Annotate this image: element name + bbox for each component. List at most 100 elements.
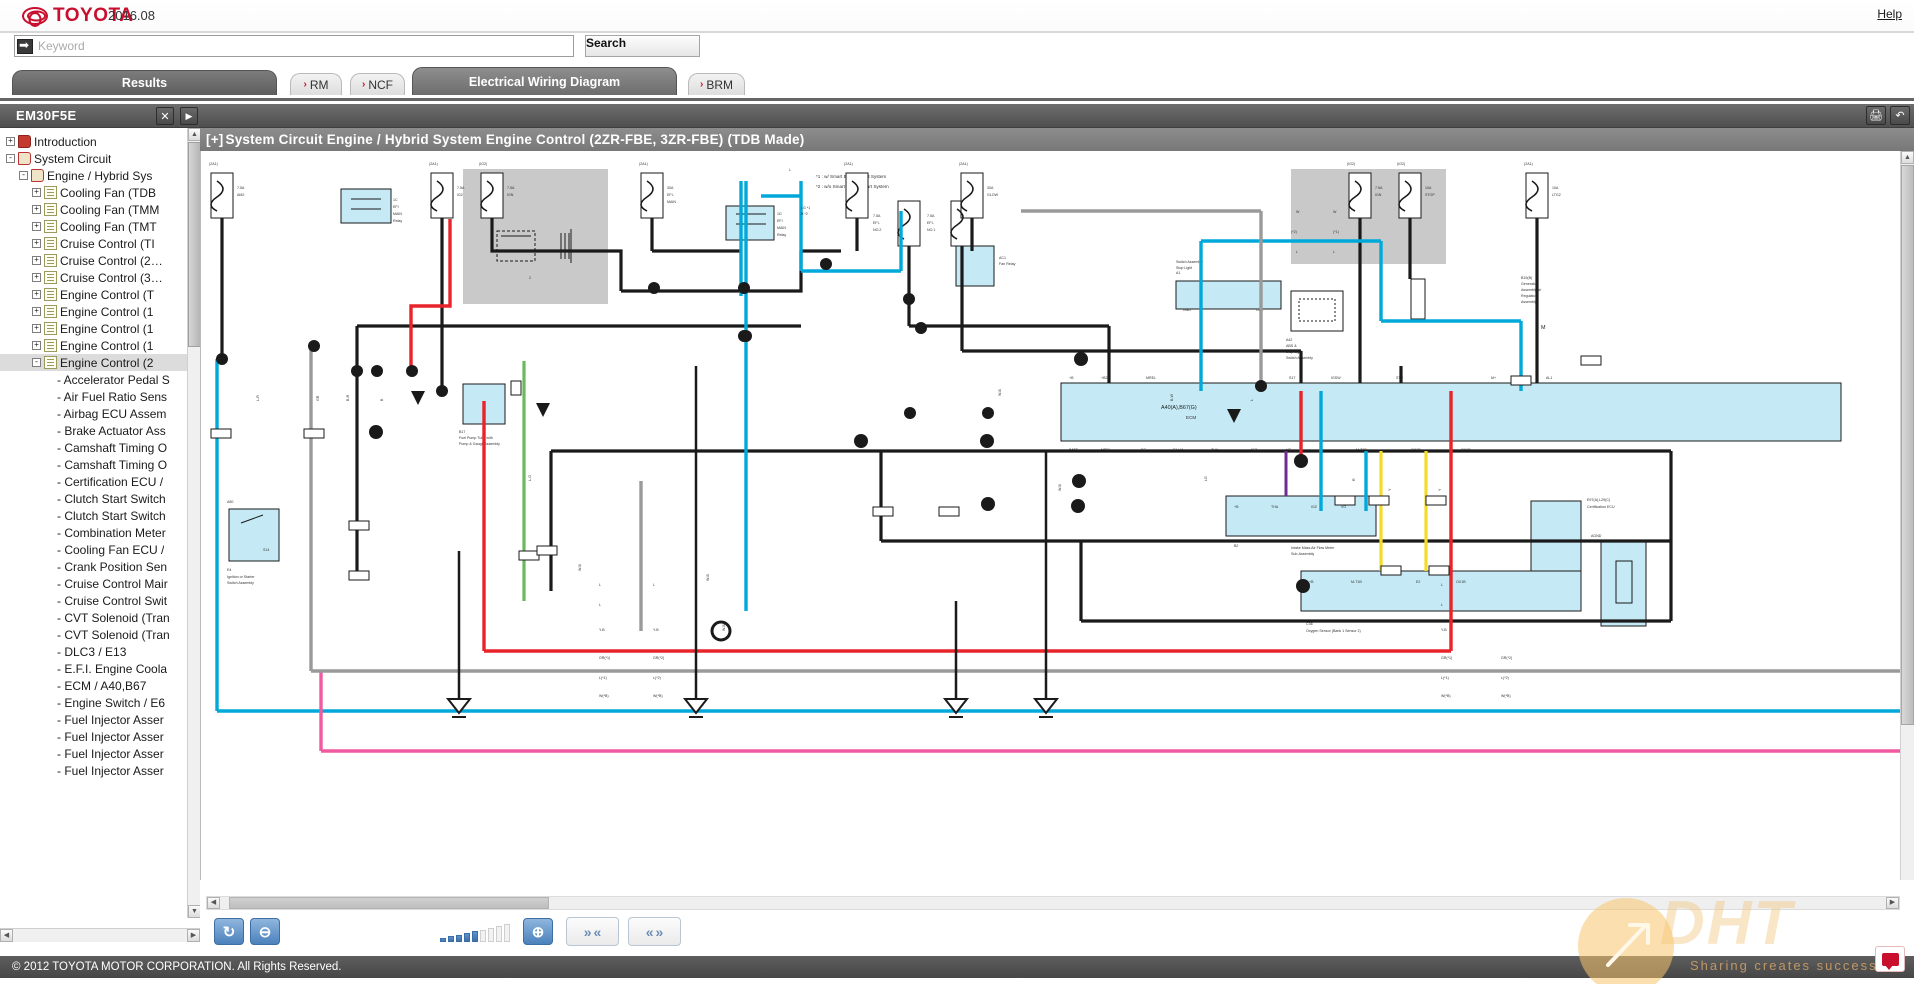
expand-icon[interactable]: + (32, 290, 41, 299)
tree-item[interactable]: + Cruise Control (TI (0, 235, 196, 252)
expand-icon[interactable]: + (6, 137, 15, 146)
tree-item[interactable]: + Cooling Fan (TMT (0, 218, 196, 235)
zoom-step[interactable] (456, 934, 462, 942)
expand-title-icon[interactable]: [+] (206, 132, 223, 147)
expand-icon[interactable]: + (32, 239, 41, 248)
zoom-step[interactable] (440, 938, 446, 942)
close-icon[interactable]: ✕ (156, 107, 174, 125)
search-field-wrapper[interactable] (14, 35, 574, 57)
tree-item[interactable]: - Fuel Injector Asser (0, 728, 196, 745)
zoom-step[interactable] (504, 924, 510, 942)
document-icon (44, 339, 57, 352)
return-arrow-icon[interactable]: ↶ (1890, 106, 1910, 125)
tree-item[interactable]: - ECM / A40,B67 (0, 677, 196, 694)
expand-icon[interactable]: + (32, 256, 41, 265)
tab-rm[interactable]: › RM (290, 73, 342, 95)
search-input[interactable] (33, 37, 573, 55)
svg-text:S14: S14 (263, 548, 269, 552)
chat-bubble-icon[interactable] (1875, 946, 1905, 972)
tree-horizontal-scrollbar[interactable]: ◀ ▶ (0, 928, 200, 942)
expand-icon[interactable]: + (32, 222, 41, 231)
tree-item[interactable]: - Crank Position Sen (0, 558, 196, 575)
chevron-right-icon[interactable]: ▶ (187, 929, 200, 942)
tree-item[interactable]: - Cruise Control Swit (0, 592, 196, 609)
tree-item[interactable]: + Introduction (0, 133, 196, 150)
print-icon[interactable]: 🖨 (1866, 106, 1886, 125)
tree-item[interactable]: - Engine Switch / E6 (0, 694, 196, 711)
diagram-horizontal-scrollbar[interactable]: ◀ ▶ (206, 896, 1900, 910)
navigation-tree[interactable]: + Introduction - System Circuit - Engine / Hy… (0, 128, 200, 918)
tree-item[interactable]: + Engine Control (T (0, 286, 196, 303)
tree-item[interactable]: + Cruise Control (2… (0, 252, 196, 269)
expand-icon[interactable]: + (32, 273, 41, 282)
svg-text:W(*B): W(*B) (1501, 694, 1511, 698)
tree-item[interactable]: - Airbag ECU Assem (0, 405, 196, 422)
zoom-step[interactable] (464, 932, 470, 942)
tree-item[interactable]: - Engine Control (2 (0, 354, 196, 371)
zoom-step[interactable] (488, 927, 494, 942)
tree-item[interactable]: + Cooling Fan (TMM (0, 201, 196, 218)
diagram-vertical-scrollbar[interactable]: ▲ (1900, 151, 1914, 880)
tab-brm[interactable]: › BRM (688, 73, 745, 95)
tree-item[interactable]: - Fuel Injector Asser (0, 745, 196, 762)
tree-item[interactable]: - Clutch Start Switch (0, 490, 196, 507)
expand-icon[interactable]: + (32, 341, 41, 350)
tree-item[interactable]: - Certification ECU / (0, 473, 196, 490)
tab-ncf[interactable]: › NCF (350, 73, 405, 95)
collapse-icon[interactable]: - (32, 358, 41, 367)
tree-item[interactable]: + Engine Control (1 (0, 337, 196, 354)
zoom-in-icon[interactable]: ⊕ (523, 918, 553, 945)
refresh-icon[interactable]: ↻ (214, 918, 244, 945)
tree-item[interactable]: - Camshaft Timing O (0, 439, 196, 456)
tree-item[interactable]: - Clutch Start Switch (0, 507, 196, 524)
zoom-step[interactable] (472, 931, 478, 942)
tree-item[interactable]: - Fuel Injector Asser (0, 762, 196, 779)
chevron-left-icon[interactable]: ◀ (0, 929, 13, 942)
tree-item[interactable]: - CVT Solenoid (Tran (0, 626, 196, 643)
help-link[interactable]: Help (1877, 7, 1902, 21)
rewind-fast-forward-icon[interactable]: «» (628, 917, 681, 946)
expand-icon[interactable]: + (32, 188, 41, 197)
tree-item[interactable]: - Combination Meter (0, 524, 196, 541)
tree-item[interactable]: + Engine Control (1 (0, 320, 196, 337)
zoom-step[interactable] (480, 929, 486, 942)
tree-item[interactable]: - Fuel Injector Asser (0, 711, 196, 728)
tab-electrical-wiring-diagram[interactable]: Electrical Wiring Diagram (412, 67, 677, 95)
tree-item[interactable]: - Air Fuel Ratio Sens (0, 388, 196, 405)
tree-item[interactable]: - CVT Solenoid (Tran (0, 609, 196, 626)
svg-text:IGSW: IGSW (1331, 376, 1341, 380)
tab-results[interactable]: Results (12, 70, 277, 95)
fast-forward-rewind-icon[interactable]: » « (566, 917, 619, 946)
zoom-step[interactable] (496, 926, 502, 942)
tree-item[interactable]: - Cruise Control Mair (0, 575, 196, 592)
scrollbar-thumb[interactable] (1901, 165, 1914, 725)
svg-text:W: W (1333, 210, 1337, 214)
search-button[interactable]: Search (585, 35, 700, 57)
tree-item[interactable]: + Cooling Fan (TDB (0, 184, 196, 201)
tree-item[interactable]: + Cruise Control (3… (0, 269, 196, 286)
zoom-step[interactable] (448, 936, 454, 942)
tree-item[interactable]: - Engine / Hybrid Sys (0, 167, 196, 184)
tree-item[interactable]: + Engine Control (1 (0, 303, 196, 320)
tree-item[interactable]: - System Circuit (0, 150, 196, 167)
tree-item[interactable]: - Accelerator Pedal S (0, 371, 196, 388)
expand-icon[interactable]: + (32, 324, 41, 333)
zoom-out-icon[interactable]: ⊖ (250, 918, 280, 945)
tree-item[interactable]: - Brake Actuator Ass (0, 422, 196, 439)
wiring-diagram-canvas[interactable]: *1 : w/ Smart Entry & Start System *2 : … (200, 151, 1900, 880)
collapse-icon[interactable]: - (6, 154, 15, 163)
scroll-up-icon[interactable]: ▲ (1901, 151, 1914, 164)
play-right-icon[interactable]: ▶ (180, 107, 198, 125)
collapse-icon[interactable]: - (19, 171, 28, 180)
tree-item[interactable]: - Camshaft Timing O (0, 456, 196, 473)
chevron-right-icon[interactable]: ▶ (1886, 897, 1899, 909)
tree-vertical-scrollbar[interactable]: ▲ ▼ (187, 128, 201, 918)
expand-icon[interactable]: + (32, 205, 41, 214)
zoom-level-slider[interactable] (440, 924, 518, 942)
tree-item[interactable]: - E.F.I. Engine Coola (0, 660, 196, 677)
expand-icon[interactable]: + (32, 307, 41, 316)
tree-item[interactable]: - Cooling Fan ECU / (0, 541, 196, 558)
tree-item[interactable]: - DLC3 / E13 (0, 643, 196, 660)
scrollbar-thumb[interactable] (229, 897, 549, 909)
chevron-left-icon[interactable]: ◀ (207, 897, 220, 909)
